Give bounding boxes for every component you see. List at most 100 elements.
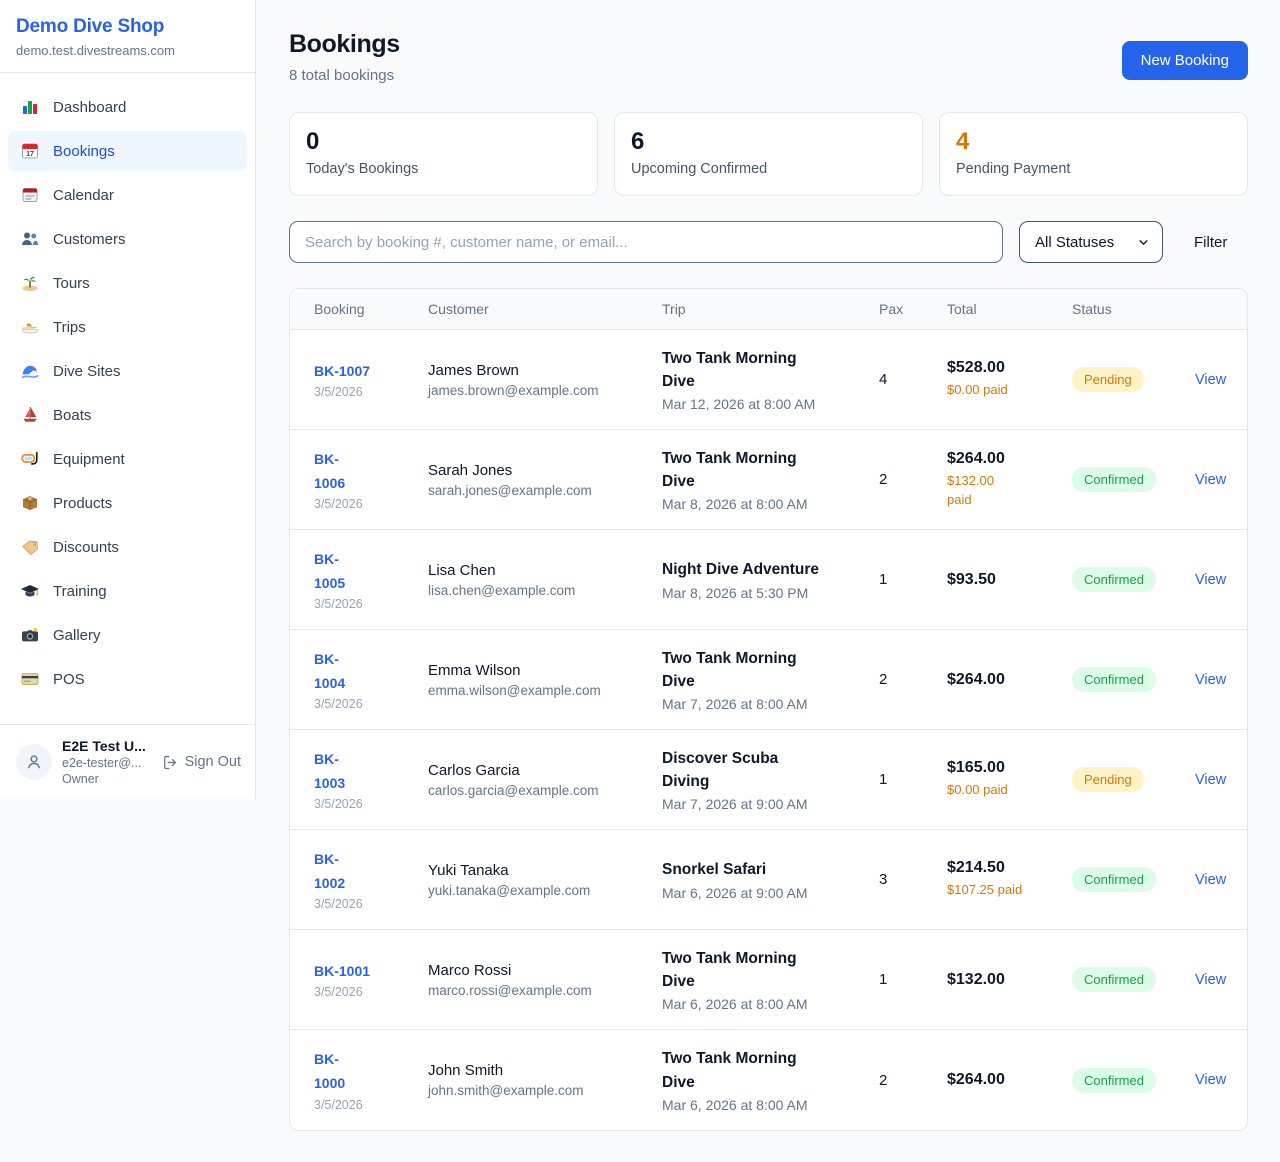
- status-badge: Confirmed: [1072, 567, 1156, 592]
- booking-date: 3/5/2026: [314, 697, 428, 711]
- col-header-total: Total: [947, 301, 1072, 317]
- status-cell: Confirmed: [1072, 567, 1195, 592]
- customer-email: yuki.tanaka@example.com: [428, 883, 662, 898]
- status-filter-value: All Statuses: [1035, 234, 1114, 251]
- user-box: E2E Test U... e2e-tester@... Owner Sign …: [0, 724, 255, 799]
- booking-id-link[interactable]: BK-1003: [314, 748, 362, 796]
- sidebar-item-label: Gallery: [53, 627, 101, 644]
- trip-name: Night Dive Adventure: [662, 558, 824, 581]
- table-row: BK-10043/5/2026Emma Wilsonemma.wilson@ex…: [290, 630, 1247, 730]
- booking-date: 3/5/2026: [314, 385, 428, 399]
- pax-cell: 2: [879, 471, 947, 488]
- view-link[interactable]: View: [1195, 572, 1226, 588]
- booking-cell: BK-10043/5/2026: [314, 648, 428, 712]
- page-title: Bookings: [289, 30, 400, 59]
- sidebar-item-boats[interactable]: Boats: [8, 395, 247, 435]
- sign-out-button[interactable]: Sign Out: [162, 754, 241, 771]
- sidebar-item-equipment[interactable]: Equipment: [8, 439, 247, 479]
- view-link[interactable]: View: [1195, 1072, 1226, 1088]
- total-amount: $165.00: [947, 759, 1072, 777]
- customer-cell: James Brownjames.brown@example.com: [428, 362, 662, 398]
- table-row: BK-10063/5/2026Sarah Jonessarah.jones@ex…: [290, 430, 1247, 530]
- stat-value: 6: [631, 128, 906, 156]
- total-cell: $132.00: [947, 971, 1072, 989]
- sidebar-item-label: Dashboard: [53, 99, 126, 116]
- stat-label: Upcoming Confirmed: [631, 161, 906, 177]
- sidebar: Demo Dive Shop demo.test.divestreams.com…: [0, 0, 256, 799]
- booking-cell: BK-10003/5/2026: [314, 1048, 428, 1112]
- sidebar-item-gallery[interactable]: Gallery: [8, 615, 247, 655]
- svg-text:17: 17: [26, 151, 34, 158]
- paid-amount: $0.00 paid: [947, 381, 1072, 400]
- calendar-icon: [20, 185, 40, 205]
- trip-name: Two Tank Morning Dive: [662, 347, 824, 394]
- total-cell: $528.00$0.00 paid: [947, 359, 1072, 400]
- booking-cell: BK-10073/5/2026: [314, 360, 428, 400]
- col-header-trip: Trip: [662, 301, 879, 317]
- user-name: E2E Test U...: [62, 738, 152, 754]
- booking-id-link[interactable]: BK-1000: [314, 1048, 362, 1096]
- sidebar-item-bookings[interactable]: 17Bookings: [8, 131, 247, 171]
- status-cell: Confirmed: [1072, 967, 1195, 992]
- customer-name: Lisa Chen: [428, 562, 662, 579]
- customer-name: Sarah Jones: [428, 462, 662, 479]
- trip-name: Two Tank Morning Dive: [662, 647, 824, 694]
- pax-cell: 2: [879, 671, 947, 688]
- trip-cell: Two Tank Morning Dive Mar 12, 2026 at 8:0…: [662, 347, 879, 413]
- filter-button[interactable]: Filter: [1194, 234, 1227, 251]
- new-booking-button[interactable]: New Booking: [1122, 41, 1248, 80]
- view-link[interactable]: View: [1195, 872, 1226, 888]
- wave-icon: [20, 361, 40, 381]
- total-cell: $264.00: [947, 671, 1072, 689]
- sidebar-item-trips[interactable]: Trips: [8, 307, 247, 347]
- booking-id-link[interactable]: BK-1002: [314, 848, 362, 896]
- sidebar-item-dashboard[interactable]: Dashboard: [8, 87, 247, 127]
- status-filter-select[interactable]: All Statuses: [1019, 221, 1163, 263]
- booking-id-link[interactable]: BK-1005: [314, 548, 362, 596]
- search-input[interactable]: [289, 221, 1003, 263]
- booking-id-link[interactable]: BK-1007: [314, 360, 428, 384]
- status-cell: Pending: [1072, 367, 1195, 392]
- sidebar-item-calendar[interactable]: Calendar: [8, 175, 247, 215]
- sidebar-item-training[interactable]: Training: [8, 571, 247, 611]
- sidebar-item-tours[interactable]: Tours: [8, 263, 247, 303]
- sidebar-item-label: Products: [53, 495, 112, 512]
- booking-id-link[interactable]: BK-1004: [314, 648, 362, 696]
- view-link[interactable]: View: [1195, 672, 1226, 688]
- customer-name: John Smith: [428, 1062, 662, 1079]
- sidebar-item-customers[interactable]: Customers: [8, 219, 247, 259]
- chevron-down-icon: [1136, 235, 1151, 250]
- trip-cell: Two Tank Morning DiveMar 8, 2026 at 8:00…: [662, 447, 879, 513]
- customer-name: Marco Rossi: [428, 962, 662, 979]
- total-amount: $264.00: [947, 450, 1072, 468]
- trip-cell: Night Dive AdventureMar 8, 2026 at 5:30 …: [662, 558, 879, 600]
- view-link[interactable]: View: [1195, 772, 1226, 788]
- booking-id-link[interactable]: BK-1001: [314, 960, 428, 984]
- view-link[interactable]: View: [1195, 472, 1226, 488]
- total-amount: $264.00: [947, 671, 1072, 689]
- sidebar-item-pos[interactable]: POS: [8, 659, 247, 699]
- table-header-row: Booking Customer Trip Pax Total Status: [290, 289, 1247, 330]
- pax-cell: 4: [879, 371, 947, 388]
- total-amount: $214.50: [947, 859, 1072, 877]
- customer-name: James Brown: [428, 362, 662, 379]
- booking-id-link[interactable]: BK-1006: [314, 448, 362, 496]
- pax-cell: 1: [879, 771, 947, 788]
- booking-date: 3/5/2026: [314, 897, 428, 911]
- paid-amount: $132.00 paid: [947, 472, 1005, 510]
- package-icon: [20, 493, 40, 513]
- trip-cell: Discover Scuba DivingMar 7, 2026 at 9:00…: [662, 747, 879, 813]
- trip-time: Mar 12, 2026 at 8:00 AM: [662, 396, 879, 412]
- customer-cell: Lisa Chenlisa.chen@example.com: [428, 562, 662, 598]
- view-link[interactable]: View: [1195, 372, 1226, 388]
- sidebar-item-products[interactable]: Products: [8, 483, 247, 523]
- grad-cap-icon: [20, 581, 40, 601]
- sidebar-item-dive-sites[interactable]: Dive Sites: [8, 351, 247, 391]
- status-badge: Confirmed: [1072, 467, 1156, 492]
- sign-out-label: Sign Out: [185, 754, 241, 770]
- view-link[interactable]: View: [1195, 972, 1226, 988]
- people-icon: [20, 229, 40, 249]
- customer-email: emma.wilson@example.com: [428, 683, 662, 698]
- total-amount: $132.00: [947, 971, 1072, 989]
- sidebar-item-discounts[interactable]: Discounts: [8, 527, 247, 567]
